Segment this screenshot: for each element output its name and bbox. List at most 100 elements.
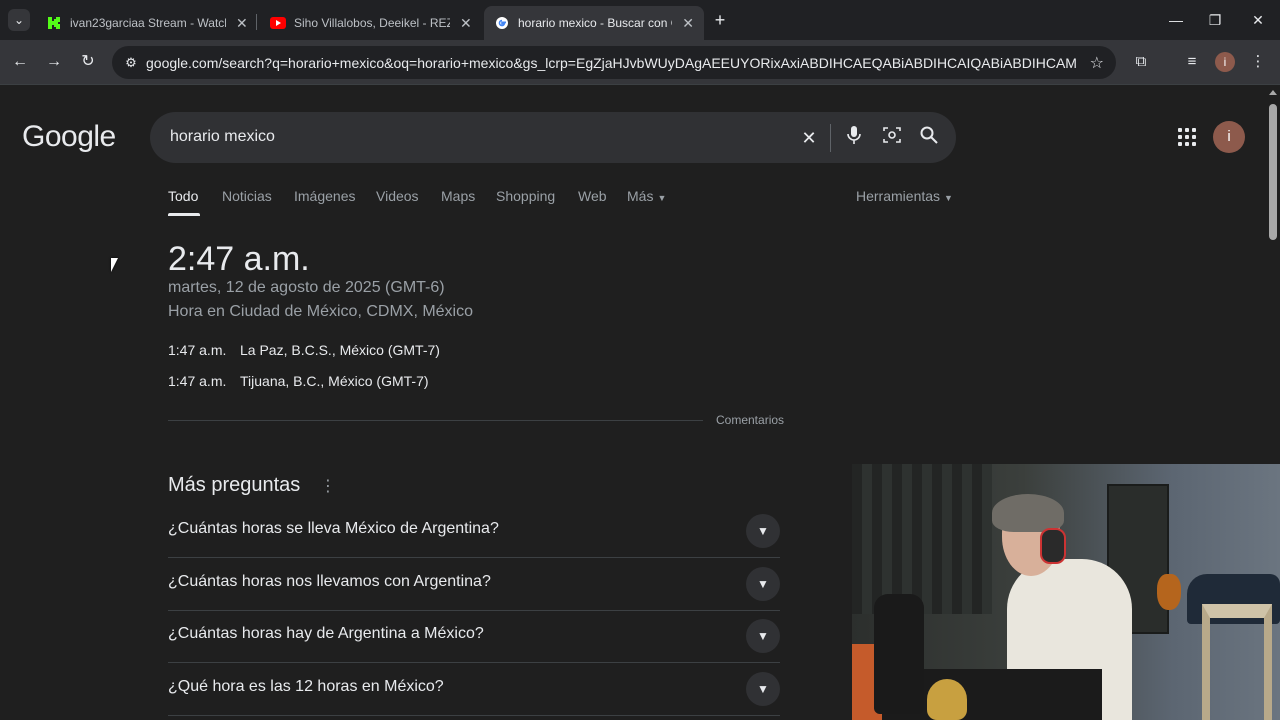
current-time: 2:47 a.m. [168,240,310,278]
browser-toolbar: ← → ↻ ⚙ google.com/search?q=horario+mexi… [0,40,1280,85]
google-icon [494,15,510,31]
new-tab-button[interactable]: + [710,10,730,30]
active-tab-indicator [168,213,200,216]
paa-question[interactable]: ¿Cuántas horas nos llevamos con Argentin… [168,559,780,611]
tab-mas[interactable]: Más ▼ [627,188,666,204]
feedback-link[interactable]: Comentarios [716,413,784,427]
paa-heading: Más preguntas [168,474,301,496]
site-info-icon[interactable]: ⚙ [116,55,146,71]
scrollbar-thumb[interactable] [1269,104,1277,240]
tab-title: horario mexico - Buscar con Go [518,16,673,30]
tab-maps[interactable]: Maps [441,188,475,204]
caret-down-icon: ▼ [944,193,953,203]
tab-strip: ⌄ ivan23garciaa Stream - Watch L ✕ Siho … [0,0,1280,40]
mouse-cursor [111,258,118,272]
zone-place: Tijuana, B.C., México (GMT-7) [240,373,429,389]
close-icon[interactable]: ✕ [682,15,694,32]
caret-down-icon: ▼ [657,193,667,203]
account-avatar[interactable]: i [1213,121,1245,153]
tab-shopping[interactable]: Shopping [496,188,555,204]
tab-web[interactable]: Web [578,188,607,204]
microphone-icon[interactable] [841,125,867,151]
browser-menu-button[interactable]: ⋮ [1246,50,1270,74]
browser-tab-google[interactable]: horario mexico - Buscar con Go ✕ [484,6,704,40]
paa-question[interactable]: ¿Cuántas horas se lleva México de Argent… [168,506,780,558]
chevron-down-icon[interactable]: ▼ [746,672,780,706]
chevron-down-icon[interactable]: ▼ [746,514,780,548]
bookmark-star-icon[interactable]: ☆ [1090,53,1104,73]
search-icon[interactable] [916,125,942,151]
tools-button[interactable]: Herramientas ▼ [856,188,953,204]
chevron-down-icon[interactable]: ▼ [746,619,780,653]
puzzle-icon: ⧉ [1135,53,1147,70]
restore-icon: ❐ [1208,12,1222,28]
forward-button[interactable]: → [42,50,66,74]
divider [168,420,703,421]
restore-button[interactable]: ❐ [1203,8,1227,32]
close-icon[interactable]: ✕ [236,15,248,32]
question-text: ¿Cuántas horas nos llevamos con Argentin… [168,573,491,590]
close-icon: ✕ [1252,12,1264,28]
minimize-button[interactable]: — [1164,8,1188,32]
tab-title: Siho Villalobos, Deeikel - REZAS [294,16,450,30]
more-vertical-icon[interactable]: ⋮ [320,476,336,496]
tab-title: ivan23garciaa Stream - Watch L [70,16,226,30]
profile-avatar[interactable]: i [1215,52,1235,72]
tab-imagenes[interactable]: Imágenes [294,188,355,204]
chevron-down-icon: ⌄ [13,13,25,27]
search-box[interactable]: horario mexico ✕ [150,112,956,163]
question-text: ¿Cuántas horas hay de Argentina a México… [168,625,484,642]
current-date: martes, 12 de agosto de 2025 (GMT-6) [168,279,445,296]
question-text: ¿Cuántas horas se lleva México de Argent… [168,520,499,537]
scroll-up-icon[interactable] [1269,90,1277,95]
media-controls-button[interactable]: ≡ [1180,50,1204,74]
back-button[interactable]: ← [8,50,32,74]
minimize-icon: — [1169,12,1183,28]
close-icon[interactable]: ✕ [460,15,472,32]
zone-time: 1:47 a.m. [168,373,227,389]
browser-tab-kick[interactable]: ivan23garciaa Stream - Watch L ✕ [36,6,258,40]
tab-todo[interactable]: Todo [168,188,198,204]
paa-question[interactable]: ¿Qué hora es las 12 horas en México? ▼ [168,664,780,716]
webcam-overlay [852,464,1280,720]
browser-tab-youtube[interactable]: Siho Villalobos, Deeikel - REZAS ✕ [260,6,482,40]
webcam-curtain [852,464,992,614]
tab-separator [256,14,257,30]
close-window-button[interactable]: ✕ [1246,8,1270,32]
kick-icon [46,15,62,31]
tab-search-button[interactable]: ⌄ [8,9,30,31]
google-apps-icon[interactable] [1176,126,1198,148]
time-location: Hora en Ciudad de México, CDMX, México [168,303,474,320]
address-bar[interactable]: ⚙ google.com/search?q=horario+mexico&oq=… [112,46,1116,79]
search-input[interactable]: horario mexico [170,128,275,146]
search-divider [830,124,831,152]
more-vertical-icon: ⋮ [1250,53,1266,70]
reload-icon: ↻ [81,53,95,70]
tab-noticias[interactable]: Noticias [222,188,272,204]
webcam-thermos [874,594,924,714]
arrow-right-icon: → [46,53,62,70]
zone-row: 1:47 a.m. Tijuana, B.C., México (GMT-7) [168,373,429,389]
headset-icon [1040,528,1066,564]
webcam-guitar [1157,574,1181,610]
zone-time: 1:47 a.m. [168,342,227,358]
clear-icon[interactable]: ✕ [796,125,822,151]
chevron-down-icon[interactable]: ▼ [746,567,780,601]
reload-button[interactable]: ↻ [76,50,100,74]
extensions-button[interactable]: ⧉ [1129,50,1153,74]
url-text: google.com/search?q=horario+mexico&oq=ho… [146,54,1076,71]
paa-question[interactable]: ¿Cuántas horas hay de Argentina a México… [168,611,780,663]
webcam-stool [1202,604,1272,720]
zone-row: 1:47 a.m. La Paz, B.C.S., México (GMT-7) [168,342,440,358]
webcam-person-hair [992,494,1064,532]
zone-place: La Paz, B.C.S., México (GMT-7) [240,342,440,358]
camera-lens-icon[interactable] [879,125,905,151]
question-text: ¿Qué hora es las 12 horas en México? [168,678,444,695]
plus-icon: + [714,10,726,30]
media-icon: ≡ [1187,53,1197,70]
webcam-mate [927,679,967,720]
arrow-left-icon: ← [12,53,28,70]
google-logo[interactable]: Google [22,120,116,154]
tab-videos[interactable]: Videos [376,188,419,204]
youtube-icon [270,15,286,31]
